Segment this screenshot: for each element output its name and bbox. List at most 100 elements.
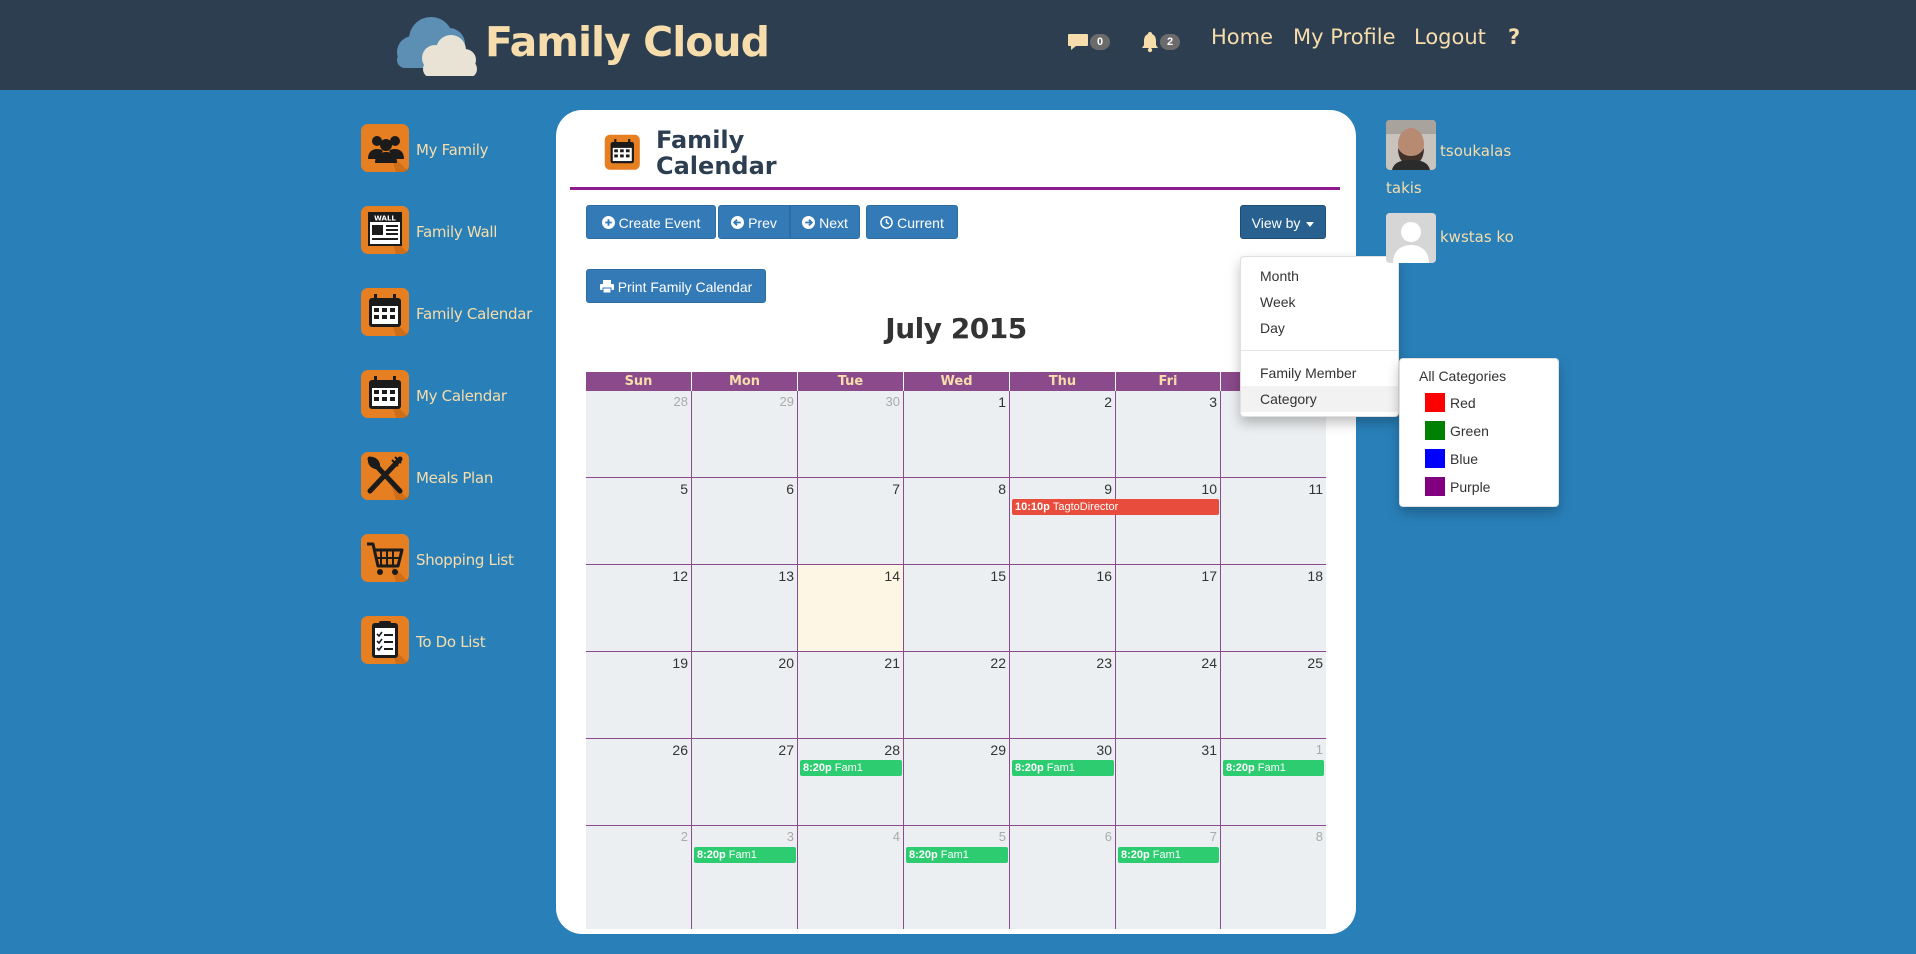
day-cell[interactable]: 29 bbox=[692, 391, 798, 478]
day-cell[interactable]: 5 bbox=[586, 478, 692, 565]
sidebar-item-my-family[interactable]: My Family bbox=[360, 123, 560, 179]
day-cell[interactable]: 15 bbox=[904, 565, 1010, 652]
calendar-event[interactable]: 10:10p TagtoDirector bbox=[1012, 499, 1219, 515]
category-option-red[interactable]: Red bbox=[1400, 392, 1558, 414]
cloud-icon bbox=[397, 17, 477, 76]
day-cell[interactable]: 8 bbox=[1221, 826, 1326, 929]
prev-label: Prev bbox=[748, 215, 777, 231]
day-number: 5 bbox=[680, 481, 688, 497]
calendar-event[interactable]: 8:20p Fam1 bbox=[1223, 760, 1324, 776]
calendar-event[interactable]: 8:20p Fam1 bbox=[1012, 760, 1114, 776]
day-cell[interactable]: 10 bbox=[1116, 478, 1221, 565]
day-cell[interactable]: 29 bbox=[904, 739, 1010, 826]
day-cell[interactable]: 2 bbox=[1010, 391, 1116, 478]
calendar-event[interactable]: 8:20p Fam1 bbox=[694, 847, 796, 863]
view-category-option[interactable]: Category bbox=[1241, 386, 1398, 412]
day-cell[interactable]: 21 bbox=[798, 652, 904, 739]
day-number: 21 bbox=[884, 655, 900, 671]
sidebar-item-meals-plan[interactable]: Meals Plan bbox=[360, 451, 560, 507]
day-cell[interactable]: 19 bbox=[586, 652, 692, 739]
day-cell[interactable]: 1 bbox=[904, 391, 1010, 478]
day-cell[interactable]: 16 bbox=[1010, 565, 1116, 652]
day-number: 16 bbox=[1096, 568, 1112, 584]
sidebar-item-family-wall[interactable]: WALL Family Wall bbox=[360, 205, 560, 261]
sidebar-item-to-do-list[interactable]: To Do List bbox=[360, 615, 560, 671]
day-cell[interactable]: 13 bbox=[692, 565, 798, 652]
calendar-event[interactable]: 8:20p Fam1 bbox=[800, 760, 902, 776]
avatar[interactable] bbox=[1386, 213, 1436, 263]
day-number: 29 bbox=[990, 742, 1006, 758]
day-number: 5 bbox=[998, 829, 1006, 844]
day-cell[interactable]: 7 bbox=[1116, 826, 1221, 929]
event-title: Fam1 bbox=[940, 849, 969, 861]
prev-button[interactable]: Prev bbox=[718, 205, 790, 239]
member-name[interactable]: kwstas ko bbox=[1440, 228, 1514, 246]
weekday-header: Wed bbox=[904, 372, 1010, 391]
day-cell-today[interactable]: 14 bbox=[798, 565, 904, 652]
day-cell[interactable]: 8 bbox=[904, 478, 1010, 565]
day-cell[interactable]: 30 bbox=[798, 391, 904, 478]
view-month-option[interactable]: Month bbox=[1241, 263, 1398, 289]
category-label: Green bbox=[1450, 423, 1489, 439]
help-link[interactable]: ? bbox=[1508, 25, 1520, 49]
day-cell[interactable]: 30 bbox=[1010, 739, 1116, 826]
bell-icon[interactable] bbox=[1141, 28, 1159, 56]
day-cell[interactable]: 2 bbox=[586, 826, 692, 929]
calendar-event[interactable]: 8:20p Fam1 bbox=[1118, 847, 1219, 863]
day-number: 2 bbox=[680, 829, 688, 844]
day-cell[interactable]: 11 bbox=[1221, 478, 1326, 565]
view-family-member-option[interactable]: Family Member bbox=[1241, 360, 1398, 386]
day-cell[interactable]: 4 bbox=[798, 826, 904, 929]
day-cell[interactable]: 3 bbox=[1116, 391, 1221, 478]
nav-home-link[interactable]: Home bbox=[1211, 25, 1273, 49]
day-cell[interactable]: 26 bbox=[586, 739, 692, 826]
all-categories-option[interactable]: All Categories bbox=[1400, 363, 1558, 389]
day-cell[interactable]: 6 bbox=[692, 478, 798, 565]
category-option-purple[interactable]: Purple bbox=[1400, 476, 1558, 498]
day-cell[interactable]: 22 bbox=[904, 652, 1010, 739]
create-event-button[interactable]: Create Event bbox=[586, 205, 716, 239]
member-name[interactable]: tsoukalas takis bbox=[1386, 133, 1511, 207]
day-cell[interactable]: 17 bbox=[1116, 565, 1221, 652]
view-week-option[interactable]: Week bbox=[1241, 289, 1398, 315]
day-cell[interactable]: 20 bbox=[692, 652, 798, 739]
next-button[interactable]: Next bbox=[790, 205, 860, 239]
day-cell[interactable]: 28 bbox=[586, 391, 692, 478]
day-cell[interactable]: 28 bbox=[798, 739, 904, 826]
day-cell[interactable]: 31 bbox=[1116, 739, 1221, 826]
day-cell[interactable]: 23 bbox=[1010, 652, 1116, 739]
notifications-count-badge: 2 bbox=[1160, 34, 1180, 50]
day-cell[interactable]: 9 bbox=[1010, 478, 1116, 565]
day-number: 1 bbox=[998, 394, 1006, 410]
day-cell[interactable]: 27 bbox=[692, 739, 798, 826]
view-day-option[interactable]: Day bbox=[1241, 315, 1398, 341]
sidebar-item-family-calendar[interactable]: Family Calendar bbox=[360, 287, 560, 343]
day-cell[interactable]: 12 bbox=[586, 565, 692, 652]
sidebar-item-shopping-list[interactable]: Shopping List bbox=[360, 533, 560, 589]
nav-profile-link[interactable]: My Profile bbox=[1293, 25, 1396, 49]
day-number: 20 bbox=[778, 655, 794, 671]
day-cell[interactable]: 24 bbox=[1116, 652, 1221, 739]
day-number: 6 bbox=[786, 481, 794, 497]
day-number: 2 bbox=[1104, 394, 1112, 410]
day-cell[interactable]: 7 bbox=[798, 478, 904, 565]
day-cell[interactable]: 5 bbox=[904, 826, 1010, 929]
day-cell[interactable]: 25 bbox=[1221, 652, 1326, 739]
print-calendar-button[interactable]: Print Family Calendar bbox=[586, 269, 766, 303]
current-button[interactable]: Current bbox=[866, 205, 958, 239]
day-cell[interactable]: 3 bbox=[692, 826, 798, 929]
day-cell[interactable]: 18 bbox=[1221, 565, 1326, 652]
category-option-blue[interactable]: Blue bbox=[1400, 448, 1558, 470]
nav-logout-link[interactable]: Logout bbox=[1414, 25, 1486, 49]
calendar-event[interactable]: 8:20p Fam1 bbox=[906, 847, 1008, 863]
day-cell[interactable]: 1 bbox=[1221, 739, 1326, 826]
day-number: 13 bbox=[778, 568, 794, 584]
messages-icon[interactable] bbox=[1067, 29, 1089, 57]
day-number: 7 bbox=[1209, 829, 1217, 844]
sidebar-item-my-calendar[interactable]: My Calendar bbox=[360, 369, 560, 425]
category-label: Red bbox=[1450, 395, 1476, 411]
category-option-green[interactable]: Green bbox=[1400, 420, 1558, 442]
view-by-button[interactable]: View by bbox=[1240, 205, 1326, 239]
utensils-icon bbox=[361, 452, 409, 500]
day-cell[interactable]: 6 bbox=[1010, 826, 1116, 929]
